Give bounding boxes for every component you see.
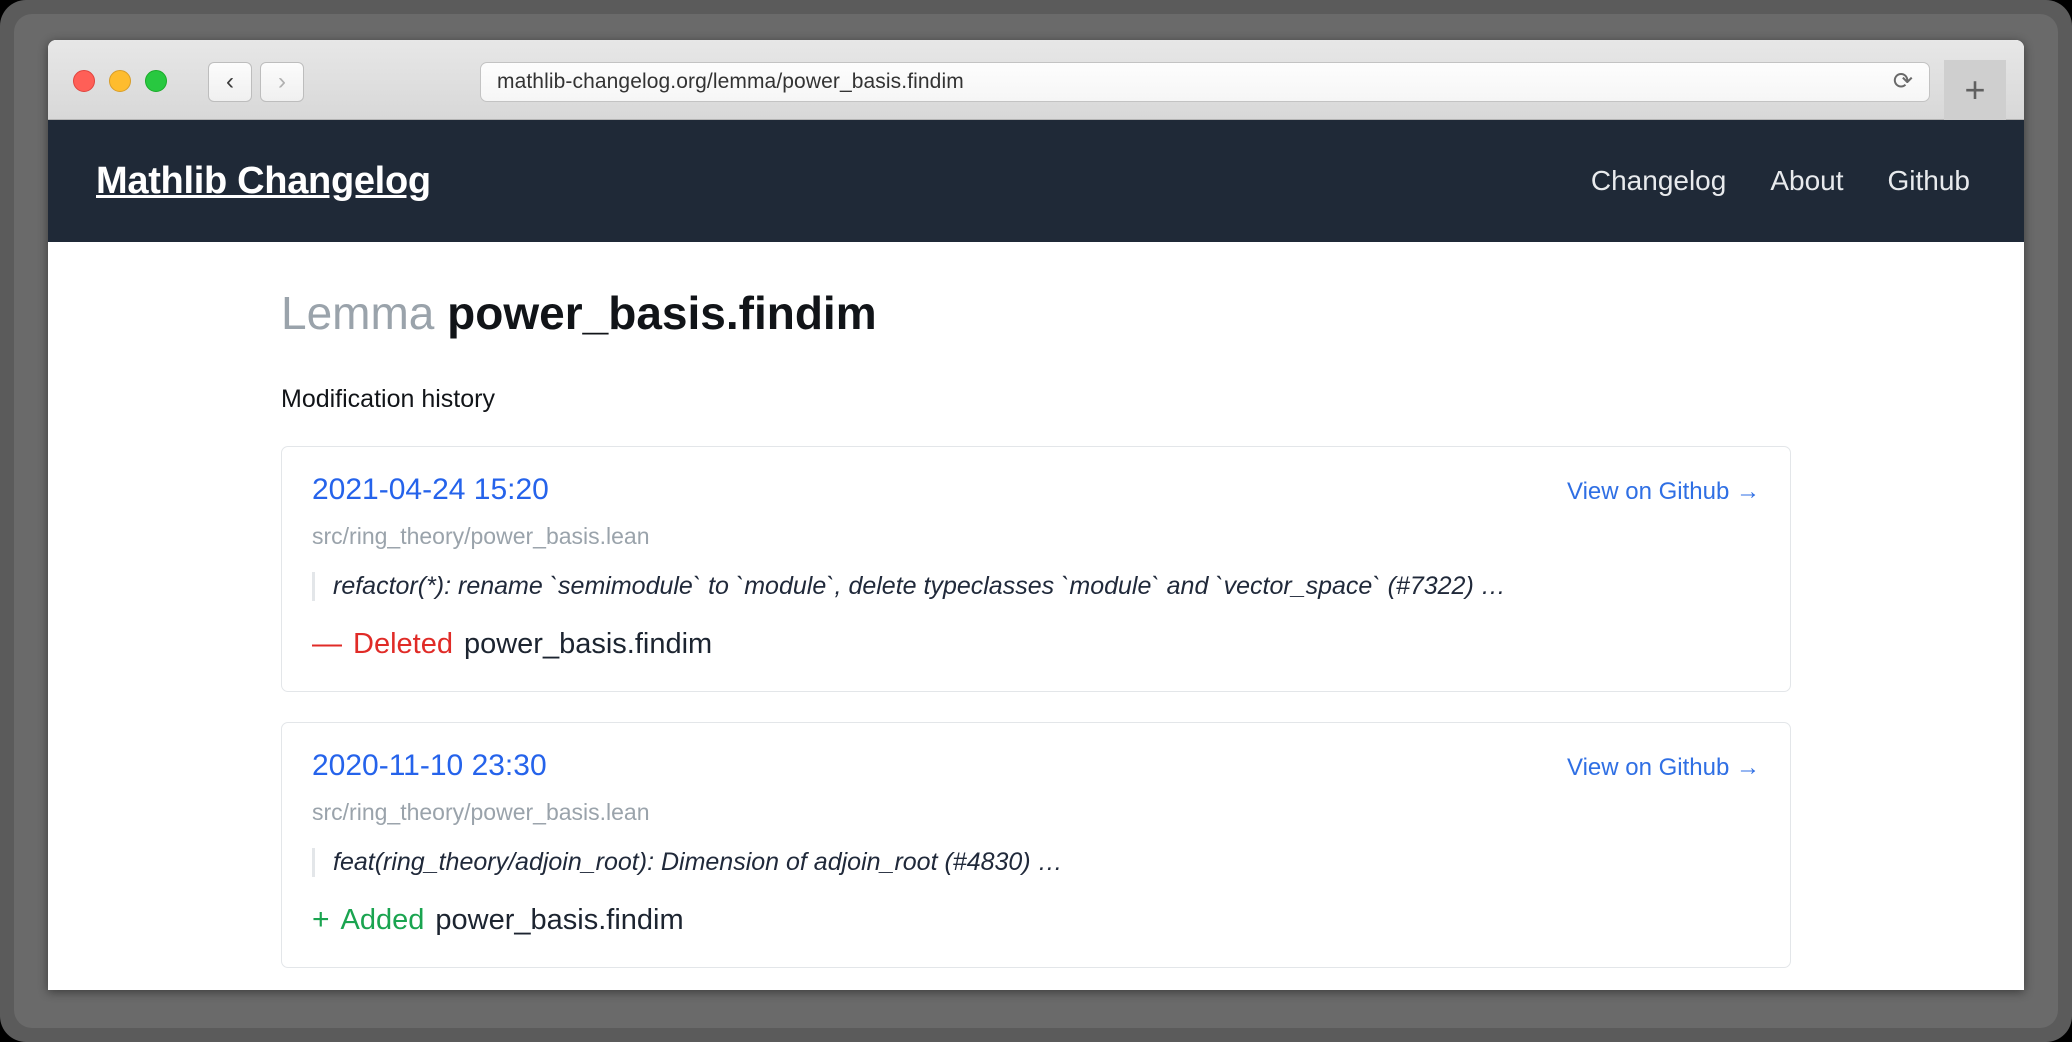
change-verb: Deleted [353, 627, 453, 660]
history-commit-message: refactor(*): rename `semimodule` to `mod… [312, 571, 1760, 601]
maximize-window-button[interactable] [145, 70, 167, 92]
history-card: 2021-04-24 15:20 View on Github → src/ri… [281, 445, 1791, 692]
screen: ‹ › mathlib-changelog.org/lemma/power_ba… [0, 0, 2072, 1042]
content-container: Lemma power_basis.findim Modification hi… [281, 288, 1791, 968]
chevron-left-icon: ‹ [226, 68, 234, 95]
plus-icon: + [1964, 69, 1986, 110]
view-on-github-link[interactable]: View on Github → [1567, 754, 1760, 782]
history-card-header: 2020-11-10 23:30 View on Github → [312, 749, 1760, 783]
back-button[interactable]: ‹ [208, 62, 252, 102]
plus-icon: + [312, 902, 330, 936]
change-verb: Added [340, 903, 425, 936]
history-date-link[interactable]: 2021-04-24 15:20 [312, 473, 549, 507]
url-text: mathlib-changelog.org/lemma/power_basis.… [497, 70, 964, 93]
history-change-row: — Deleted power_basis.findim [312, 627, 1760, 661]
navigation-buttons: ‹ › [208, 62, 304, 102]
history-card: 2020-11-10 23:30 View on Github → src/ri… [281, 721, 1791, 968]
page-title-kind: Lemma [281, 287, 435, 339]
nav-link-changelog[interactable]: Changelog [1591, 165, 1726, 197]
window-traffic-lights [73, 70, 167, 92]
view-on-github-link[interactable]: View on Github → [1567, 478, 1760, 506]
history-date-link[interactable]: 2020-11-10 23:30 [312, 749, 547, 783]
nav-link-about[interactable]: About [1770, 165, 1843, 197]
nav-link-github[interactable]: Github [1888, 165, 1971, 197]
history-card-header: 2021-04-24 15:20 View on Github → [312, 473, 1760, 507]
section-heading: Modification history [281, 384, 495, 413]
history-commit-message: feat(ring_theory/adjoin_root): Dimension… [312, 847, 1760, 877]
minimize-window-button[interactable] [109, 70, 131, 92]
change-declaration-name: power_basis.findim [463, 627, 713, 660]
browser-window: ‹ › mathlib-changelog.org/lemma/power_ba… [48, 40, 2024, 990]
history-change-row: + Added power_basis.findim [312, 903, 1760, 937]
chevron-right-icon: › [278, 68, 286, 95]
history-file-path: src/ring_theory/power_basis.lean [312, 522, 650, 549]
site-navbar: Mathlib Changelog Changelog About Github [48, 120, 2024, 242]
close-window-button[interactable] [73, 70, 95, 92]
address-bar[interactable]: mathlib-changelog.org/lemma/power_basis.… [480, 62, 1930, 102]
reload-icon[interactable]: ⟳ [1893, 70, 1913, 94]
change-declaration-name: power_basis.findim [435, 903, 684, 936]
page-body: Lemma power_basis.findim Modification hi… [48, 242, 2024, 990]
site-nav-links: Changelog About Github [1591, 165, 1970, 197]
page-title-name: power_basis.findim [447, 287, 877, 339]
history-file-path: src/ring_theory/power_basis.lean [312, 798, 650, 825]
page-title: Lemma power_basis.findim [281, 288, 1791, 339]
new-tab-button[interactable]: + [1944, 60, 2006, 120]
minus-icon: — [312, 626, 342, 660]
browser-toolbar: ‹ › mathlib-changelog.org/lemma/power_ba… [48, 40, 2024, 120]
forward-button[interactable]: › [260, 62, 304, 102]
site-brand-link[interactable]: Mathlib Changelog [96, 160, 431, 203]
